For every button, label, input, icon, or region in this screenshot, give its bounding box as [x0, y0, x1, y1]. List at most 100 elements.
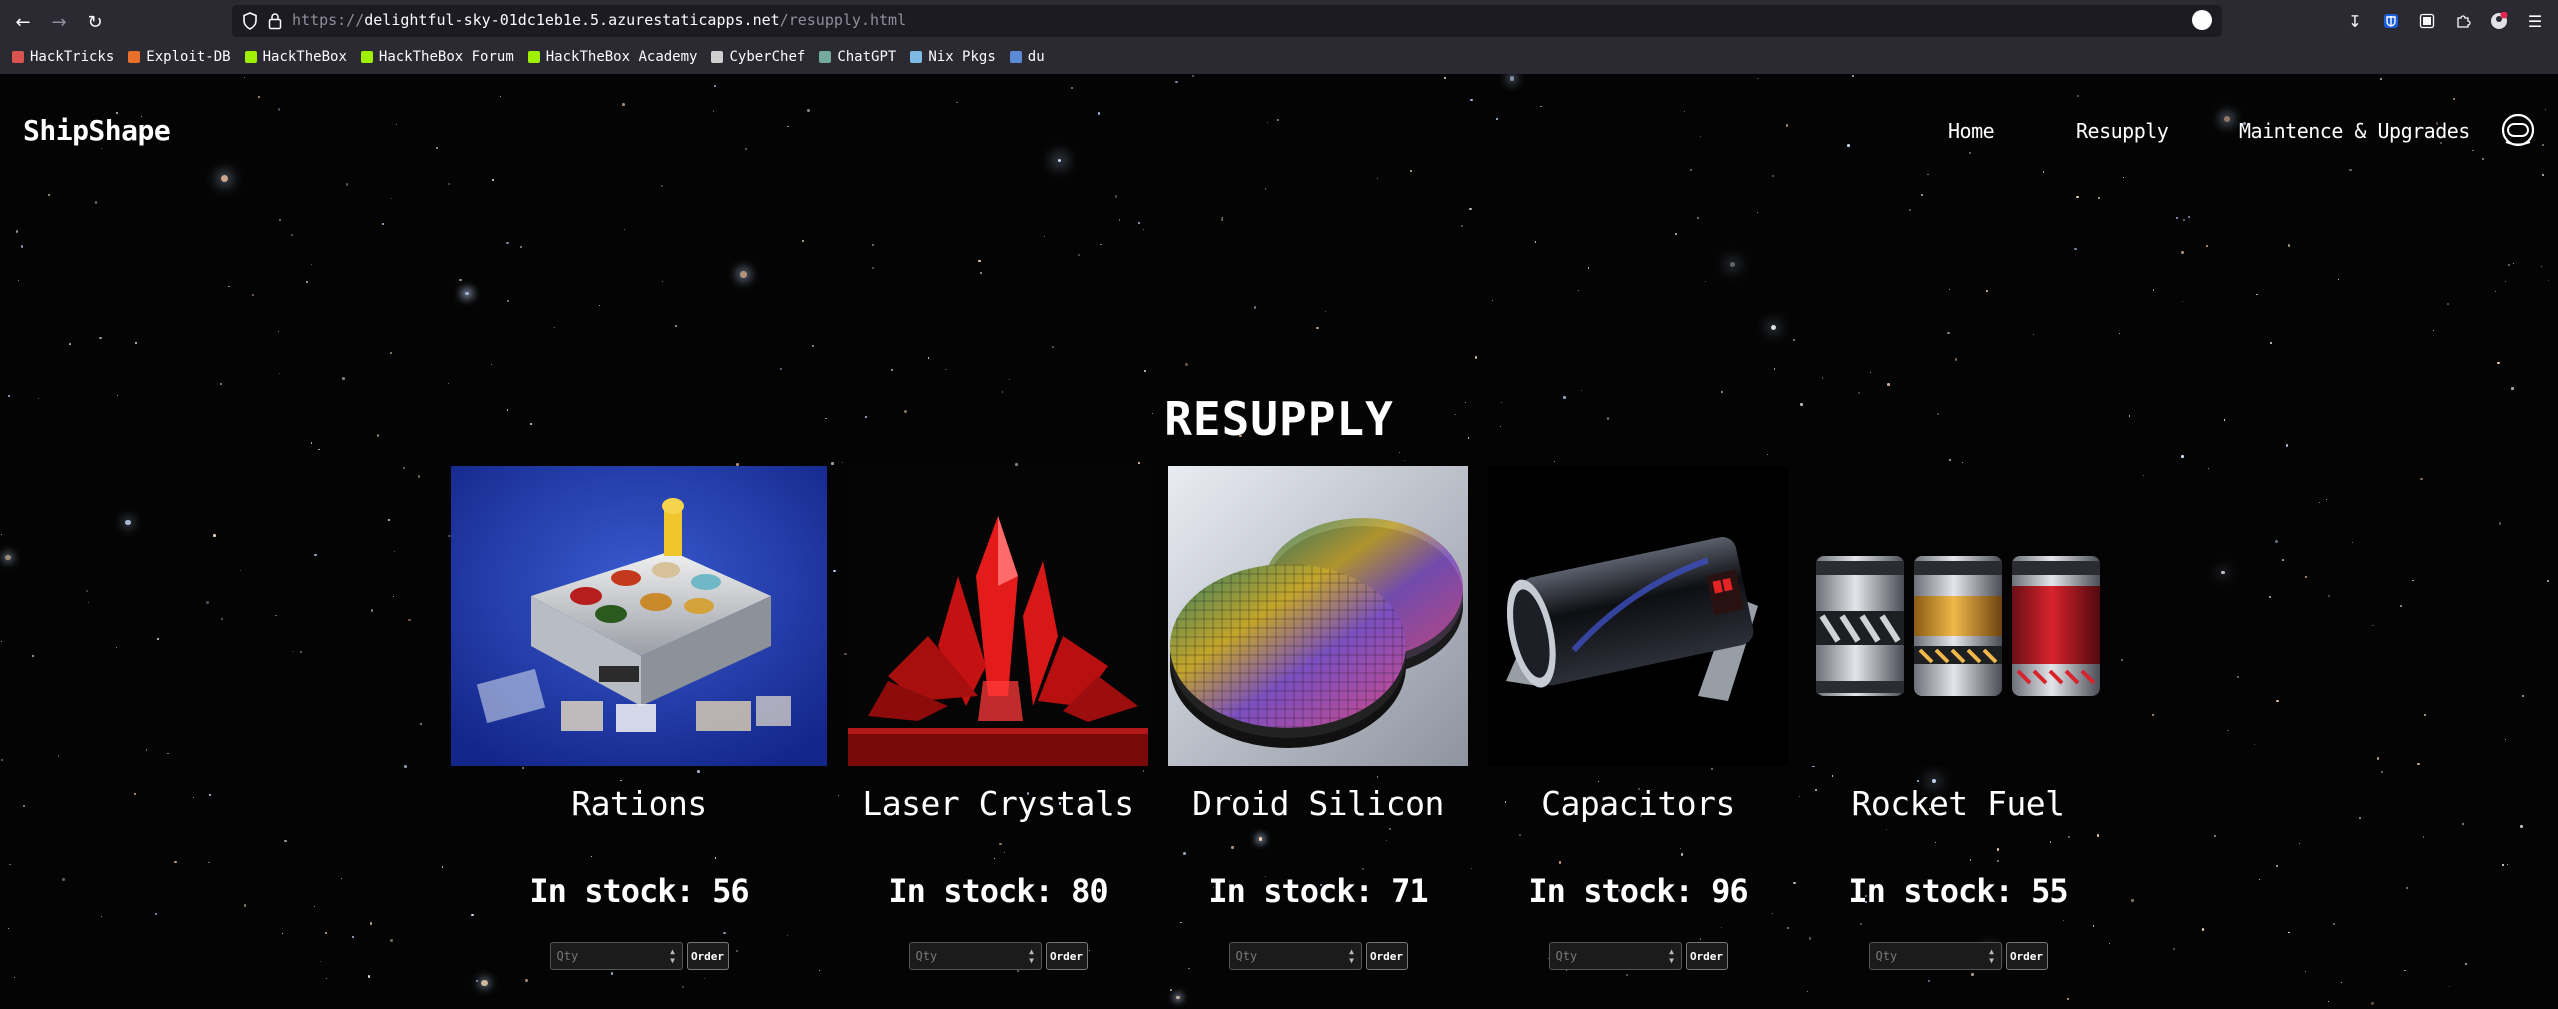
star-dot — [674, 325, 677, 328]
star-dot — [481, 979, 488, 987]
address-bar[interactable]: https://delightful-sky-01dc1eb1e.5.azure… — [232, 5, 2222, 37]
order-button[interactable]: Order — [686, 942, 729, 970]
order-button[interactable]: Order — [1685, 942, 1728, 970]
order-button[interactable]: Order — [1045, 942, 1088, 970]
quantity-stepper[interactable]: ▲ ▼ — [669, 947, 677, 965]
bookmark-favicon-icon — [527, 51, 540, 63]
star-dot — [1470, 867, 1472, 869]
star-dot — [1144, 369, 1147, 372]
bookmark-label: HackTheBox Academy — [545, 49, 698, 65]
star-dot — [2237, 676, 2240, 679]
forward-arrow-icon[interactable]: → — [46, 9, 72, 35]
bookmark-item[interactable]: ChatGPT — [819, 49, 896, 65]
star-dot — [394, 550, 396, 552]
star-dot — [284, 839, 287, 843]
site-logo[interactable]: ShipShape — [23, 114, 171, 147]
star-dot — [2495, 291, 2497, 293]
bookmark-item[interactable]: CyberChef — [711, 49, 805, 65]
star-dot — [1519, 833, 1522, 836]
star-dot — [219, 382, 223, 386]
star-dot — [206, 601, 209, 604]
star-dot — [1821, 377, 1823, 379]
bookmark-label: ChatGPT — [837, 49, 897, 65]
star-dot — [2380, 770, 2383, 773]
star-dot — [491, 363, 493, 365]
url-text[interactable]: https://delightful-sky-01dc1eb1e.5.azure… — [292, 11, 906, 29]
star-dot — [2287, 931, 2290, 934]
extensions-puzzle-icon[interactable] — [2452, 10, 2474, 32]
extension-bitwarden-icon[interactable] — [2380, 10, 2402, 32]
star-dot — [1921, 193, 1924, 196]
quantity-stepper[interactable]: ▲ ▼ — [1668, 947, 1676, 965]
star-dot — [2076, 195, 2079, 199]
star-dot — [1008, 379, 1010, 380]
star-dot — [2067, 998, 2069, 1000]
star-dot — [590, 856, 593, 858]
star-dot — [2318, 502, 2321, 504]
lock-icon[interactable] — [268, 12, 282, 30]
bookmark-item[interactable]: Exploit-DB — [128, 49, 231, 65]
extension-container-icon[interactable] — [2416, 10, 2438, 32]
back-arrow-icon[interactable]: ← — [10, 9, 36, 35]
star-dot — [1220, 218, 1223, 221]
quantity-stepper[interactable]: ▲ ▼ — [1348, 947, 1356, 965]
star-dot — [1253, 306, 1257, 310]
star-dot — [403, 764, 407, 768]
star-dot — [2325, 498, 2328, 500]
star-dot — [88, 601, 90, 603]
star-dot — [2498, 522, 2501, 525]
star-dot — [388, 518, 391, 521]
star-dot — [2548, 279, 2550, 281]
tracking-shield-icon[interactable] — [242, 12, 258, 30]
quantity-stepper[interactable]: ▲ ▼ — [1988, 947, 1996, 965]
star-dot — [1986, 289, 1988, 292]
star-dot — [811, 345, 814, 347]
star-dot — [2432, 329, 2435, 332]
nav-link-resupply[interactable]: Resupply — [2076, 119, 2169, 143]
star-dot — [1017, 970, 1019, 973]
star-dot — [831, 462, 834, 465]
quantity-input[interactable]: Qty ▲ ▼ — [1228, 942, 1362, 970]
menu-icon[interactable]: ☰ — [2524, 10, 2546, 32]
star-dot — [157, 638, 160, 641]
laser-crystals-image — [848, 466, 1148, 766]
star-dot — [173, 860, 177, 864]
nav-link-home[interactable]: Home — [1948, 119, 1995, 143]
astronaut-helmet-icon[interactable] — [2500, 112, 2536, 148]
quantity-input[interactable]: Qty ▲ ▼ — [549, 942, 683, 970]
account-icon[interactable] — [2488, 10, 2510, 32]
star-dot — [2304, 970, 2306, 972]
bookmark-item[interactable]: HackTheBox Forum — [360, 49, 514, 65]
star-dot — [57, 755, 59, 757]
reload-icon[interactable]: ↻ — [82, 9, 108, 35]
star-dot — [1948, 458, 1952, 461]
bookmark-star-icon[interactable]: ☆ — [2192, 10, 2212, 30]
droid-silicon-image — [1168, 466, 1468, 766]
star-dot — [382, 223, 385, 226]
star-dot — [2540, 266, 2542, 267]
bookmark-item[interactable]: HackTricks — [12, 49, 114, 65]
quantity-input[interactable]: Qty ▲ ▼ — [1868, 942, 2002, 970]
quantity-stepper[interactable]: ▲ ▼ — [1028, 947, 1036, 965]
bookmark-item[interactable]: HackTheBox — [244, 49, 347, 65]
star-dot — [1704, 281, 1706, 283]
star-dot — [2032, 333, 2035, 335]
bookmark-favicon-icon — [360, 51, 373, 63]
star-dot — [1756, 211, 1759, 214]
star-dot — [2299, 842, 2301, 844]
star-dot — [871, 243, 874, 247]
quantity-placeholder: Qty — [1235, 949, 1258, 963]
quantity-input[interactable]: Qty ▲ ▼ — [908, 942, 1042, 970]
quantity-input[interactable]: Qty ▲ ▼ — [1548, 942, 1682, 970]
star-dot — [47, 193, 50, 196]
order-button[interactable]: Order — [1365, 942, 1408, 970]
nav-link-maintenance[interactable]: Maintence & Upgrades — [2239, 119, 2470, 143]
bookmark-item[interactable]: du — [1009, 49, 1045, 65]
bookmark-item[interactable]: Nix Pkgs — [910, 49, 996, 65]
download-icon[interactable]: ↧ — [2344, 10, 2366, 32]
bookmark-item[interactable]: HackTheBox Academy — [527, 49, 698, 65]
order-button[interactable]: Order — [2005, 942, 2048, 970]
star-dot — [0, 533, 3, 536]
star-dot — [1316, 326, 1319, 330]
star-dot — [927, 357, 929, 359]
